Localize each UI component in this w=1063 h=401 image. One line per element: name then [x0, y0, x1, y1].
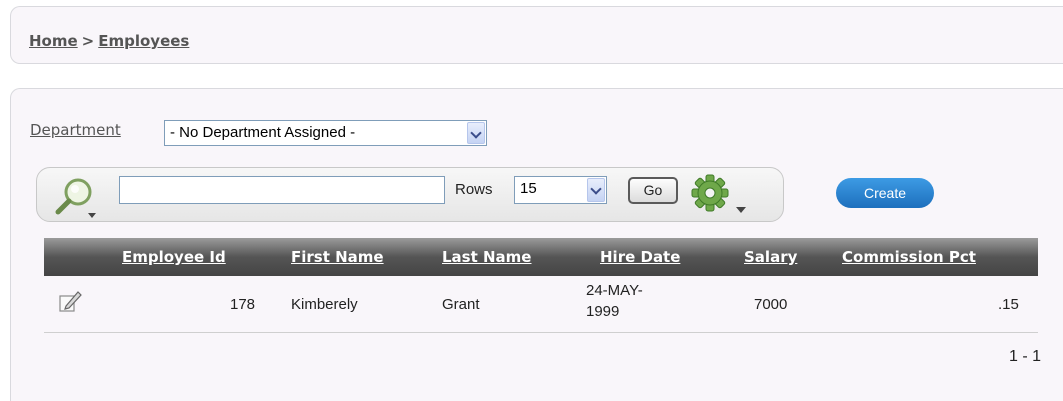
table-row [44, 276, 1038, 333]
create-button[interactable]: Create [836, 178, 934, 208]
cell-first-name: Kimberely [291, 296, 358, 313]
cell-hire-date-line-2: 1999 [586, 303, 620, 320]
rows-label: Rows [455, 181, 493, 198]
search-input[interactable] [119, 176, 445, 204]
pagination-range: 1 - 1 [1008, 348, 1041, 365]
gear-icon[interactable] [688, 173, 752, 217]
cell-salary: 7000 [754, 296, 788, 313]
breadcrumb: Home > Employees [29, 32, 189, 50]
cell-employee-id: 178 [230, 296, 256, 313]
column-header-last-name[interactable]: Last Name [442, 248, 531, 266]
rows-select[interactable]: 15 [514, 176, 607, 204]
breadcrumb-home-link[interactable]: Home [29, 32, 78, 50]
chevron-down-icon[interactable] [467, 122, 485, 144]
cell-hire-date-line-1: 24-MAY- [586, 282, 643, 299]
column-header-hire-date[interactable]: Hire Date [600, 248, 680, 266]
breadcrumb-current-link[interactable]: Employees [98, 32, 189, 50]
chevron-down-icon[interactable] [587, 178, 605, 202]
column-header-employee-id[interactable]: Employee Id [122, 248, 226, 266]
department-select[interactable]: - No Department Assigned - [164, 120, 487, 146]
department-select-value: - No Department Assigned - [170, 124, 356, 141]
cell-commission-pct: .15 [998, 296, 1019, 313]
breadcrumb-separator: > [81, 32, 95, 50]
column-header-commission-pct[interactable]: Commission Pct [842, 248, 976, 266]
go-button[interactable]: Go [628, 177, 678, 204]
rows-select-value: 15 [520, 180, 537, 197]
magnifier-icon[interactable] [50, 175, 98, 219]
cell-last-name: Grant [442, 296, 480, 313]
column-header-salary[interactable]: Salary [744, 248, 797, 266]
department-label[interactable]: Department [30, 121, 121, 139]
breadcrumb-region: Home > Employees [10, 6, 1063, 64]
column-header-first-name[interactable]: First Name [291, 248, 384, 266]
edit-pencil-icon[interactable] [58, 288, 84, 314]
table-header: Employee Id First Name Last Name Hire Da… [44, 238, 1038, 276]
